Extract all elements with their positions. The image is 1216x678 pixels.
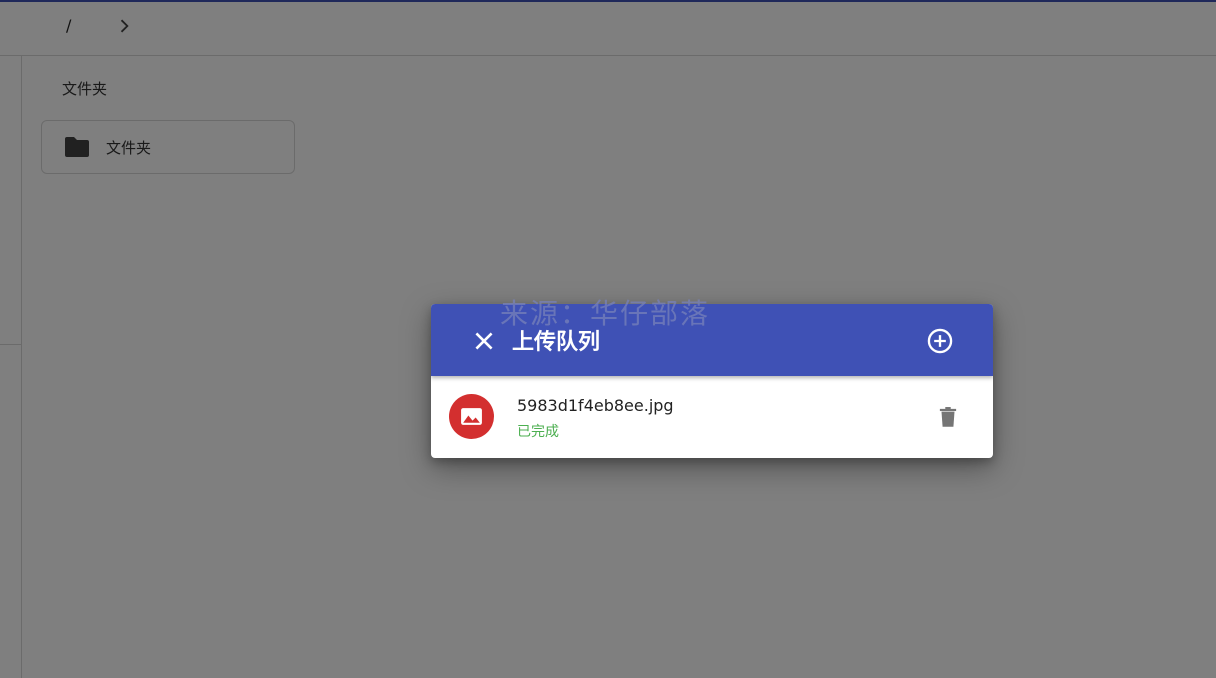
trash-icon[interactable] [935, 404, 961, 430]
add-circle-icon[interactable] [926, 327, 954, 355]
file-name: 5983d1f4eb8ee.jpg [517, 396, 674, 415]
dialog-header: 上传队列 [431, 304, 993, 376]
app-window: / 文件夹 文件夹 上传队列 5983d1f4eb8ee.jpg [0, 0, 1216, 678]
dialog-title: 上传队列 [512, 330, 601, 355]
upload-queue-dialog: 上传队列 5983d1f4eb8ee.jpg 已完成 [431, 304, 993, 458]
image-icon [449, 394, 494, 439]
close-icon[interactable] [471, 328, 497, 354]
list-item: 5983d1f4eb8ee.jpg 已完成 [431, 376, 993, 458]
status-badge: 已完成 [517, 424, 559, 440]
